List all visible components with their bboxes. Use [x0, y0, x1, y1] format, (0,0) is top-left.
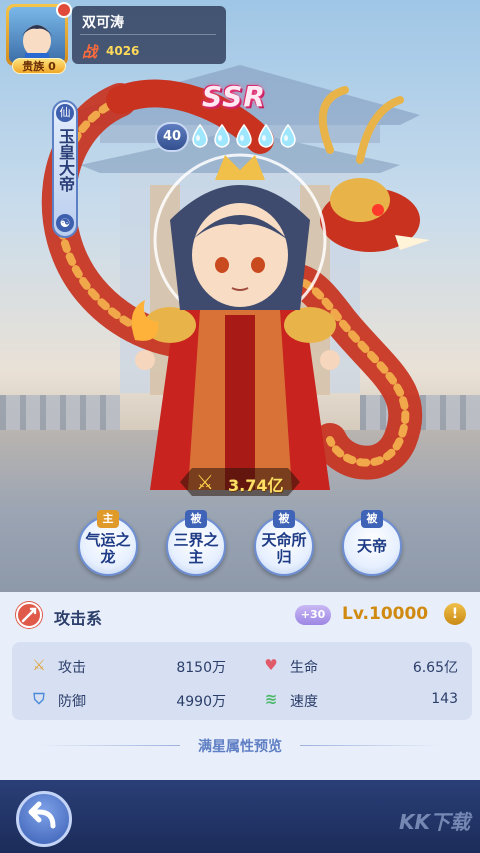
stat-value: 6.65亿 — [412, 660, 458, 676]
level-cap: Lv.10000 — [342, 604, 429, 624]
attack-class-icon — [16, 602, 42, 628]
star-icon — [278, 123, 298, 148]
wind-icon: ≋ — [264, 690, 278, 708]
player-power: 4026 — [106, 44, 140, 58]
class-label: 攻击系 — [54, 609, 103, 628]
stat-defense: ⛉ 防御 4990万 — [16, 688, 236, 710]
info-icon[interactable]: ! — [444, 603, 466, 625]
star-icon — [190, 123, 210, 148]
stat-speed: ≋ 速度 143 — [248, 688, 468, 710]
stat-value: 143 — [431, 691, 458, 707]
skill-passive-2[interactable]: 被 天命所归 — [254, 510, 314, 576]
player-avatar[interactable] — [6, 2, 72, 66]
name-panel: 双可涛 战 4026 — [72, 6, 226, 64]
hero-level: 40 — [155, 122, 189, 152]
divider-right — [300, 745, 440, 746]
skill-name: 天帝 — [356, 537, 387, 555]
max-star-preview-link[interactable]: 满星属性预览 — [0, 736, 480, 756]
back-button[interactable] — [16, 791, 72, 847]
back-arrow-icon — [28, 801, 56, 829]
hero-title-tag: 仙 玉皇大帝 ☯ — [52, 100, 78, 238]
camp-icon: ☯ — [56, 214, 74, 232]
shield-icon: ⛉ — [33, 690, 45, 708]
faction-icon: 仙 — [56, 104, 74, 122]
skill-type-badge: 主 — [97, 510, 119, 528]
class-row: 攻击系 +30 Lv.10000 ! — [14, 600, 474, 630]
power-glyph: 战 — [82, 43, 98, 61]
battle-power-tag: ⚔ 3.74亿 — [180, 468, 300, 496]
crossed-swords-icon: ⚔ — [196, 470, 214, 494]
skill-name: 三界之主 — [173, 531, 219, 566]
bottom-bar: KK下载 — [0, 780, 480, 853]
battle-power: 3.74亿 — [228, 476, 284, 495]
stat-attack: ⚔ 攻击 8150万 — [16, 654, 236, 676]
star-icon — [256, 123, 276, 148]
stat-label: 速度 — [290, 694, 318, 710]
skill-main[interactable]: 主 气运之龙 — [78, 510, 138, 576]
stat-value: 8150万 — [176, 660, 226, 676]
sword-icon: ⚔ — [32, 656, 46, 674]
watermark: KK下载 — [399, 810, 470, 834]
heart-icon: ♥ — [264, 656, 278, 674]
skill-list: 主 气运之龙 被 三界之主 被 天命所归 被 天帝 — [0, 508, 480, 588]
star-rating — [190, 123, 298, 148]
skill-name: 气运之龙 — [85, 531, 131, 566]
player-name: 双可涛 — [82, 15, 124, 31]
star-icon — [212, 123, 232, 148]
stats-box: ⚔ 攻击 8150万 ♥ 生命 6.65亿 ⛉ 防御 4990万 ≋ 速度 14… — [12, 642, 472, 720]
star-icon — [234, 123, 254, 148]
skill-type-badge: 被 — [185, 510, 207, 528]
rarity-badge: SSR — [202, 80, 266, 113]
stat-label: 攻击 — [58, 660, 86, 676]
divider — [80, 34, 216, 35]
stat-hp: ♥ 生命 6.65亿 — [248, 654, 468, 676]
skill-type-badge: 被 — [273, 510, 295, 528]
stat-label: 生命 — [290, 660, 318, 676]
level-bonus-badge: +30 — [295, 605, 331, 625]
hero-title: 玉皇大帝 — [56, 128, 75, 192]
stat-label: 防御 — [58, 694, 86, 710]
attribute-panel: 攻击系 +30 Lv.10000 ! ⚔ 攻击 8150万 ♥ 生命 6.65亿… — [0, 592, 480, 780]
notification-badge — [56, 2, 72, 18]
stat-value: 4990万 — [176, 694, 226, 710]
skill-passive-3[interactable]: 被 天帝 — [342, 510, 402, 576]
vip-badge: 贵族 0 — [12, 58, 66, 74]
skill-passive-1[interactable]: 被 三界之主 — [166, 510, 226, 576]
skill-type-badge: 被 — [361, 510, 383, 528]
skill-name: 天命所归 — [261, 531, 307, 566]
avatar-portrait-icon — [21, 25, 53, 63]
player-info: 贵族 0 双可涛 战 4026 — [6, 2, 226, 74]
